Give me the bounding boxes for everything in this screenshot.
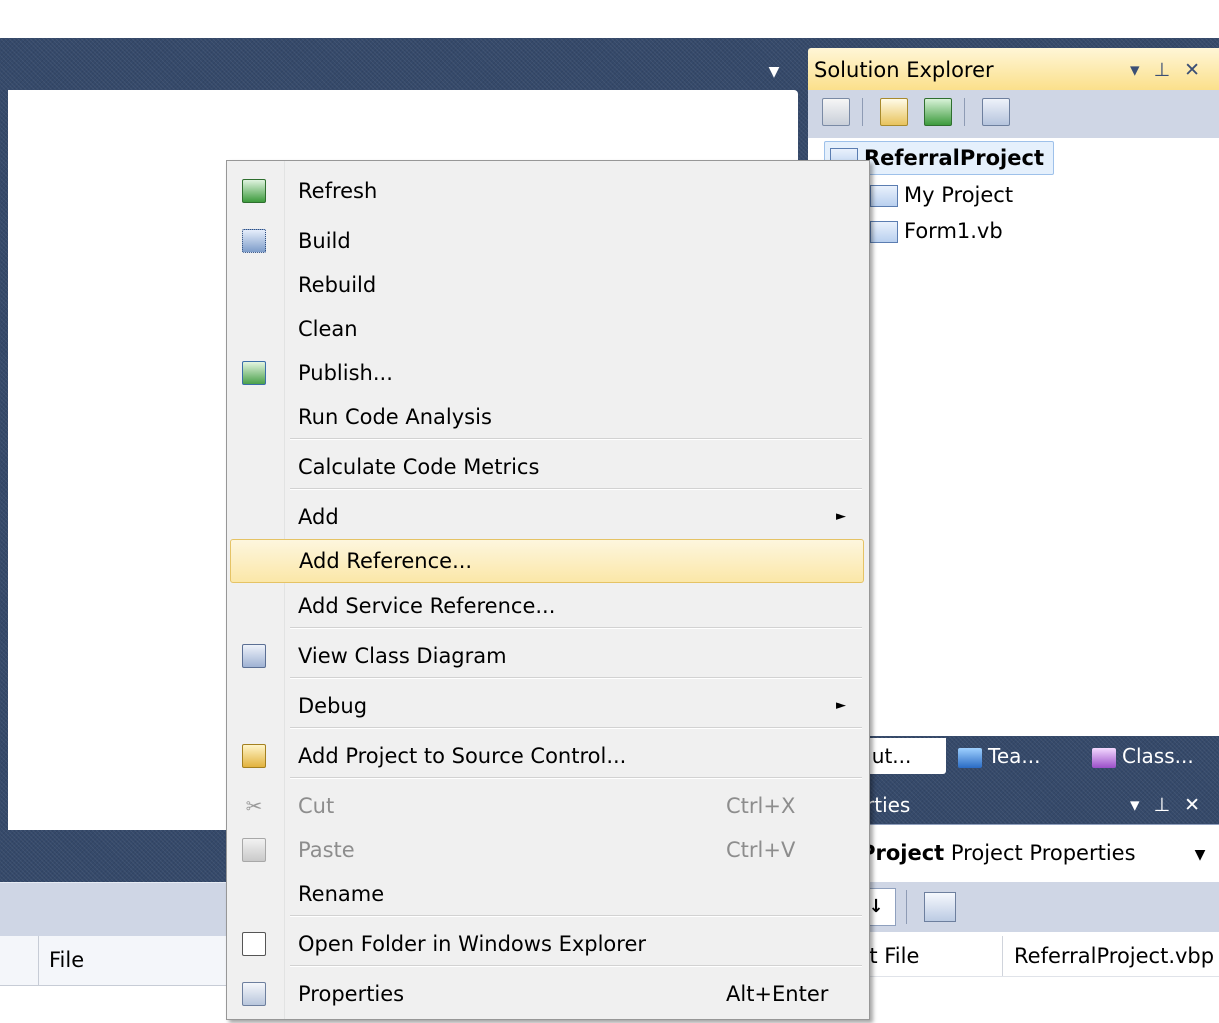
menu-item-label: Properties bbox=[298, 982, 405, 1006]
document-tab-bar bbox=[0, 38, 808, 90]
property-value[interactable]: ReferralProject.vbp bbox=[1014, 936, 1214, 976]
file-column-header[interactable]: File bbox=[38, 936, 238, 986]
menu-item-label: Build bbox=[298, 229, 351, 253]
chevron-down-icon[interactable]: ▼ bbox=[1190, 840, 1210, 870]
menu-item-open-folder[interactable]: Open Folder in Windows Explorer bbox=[230, 923, 864, 965]
build-icon bbox=[242, 229, 266, 253]
menu-item-label: Refresh bbox=[298, 179, 378, 203]
submenu-arrow-icon: ► bbox=[836, 509, 846, 524]
properties-icon bbox=[242, 982, 266, 1006]
menu-item-paste[interactable]: Paste Ctrl+V bbox=[230, 829, 864, 871]
menu-item-label: Debug bbox=[298, 694, 368, 718]
my-project-icon bbox=[870, 185, 898, 207]
submenu-arrow-icon: ► bbox=[836, 698, 846, 713]
menu-item-add-project-to-source-control[interactable]: Add Project to Source Control... bbox=[230, 735, 864, 777]
menu-item-shortcut: Alt+Enter bbox=[726, 982, 829, 1006]
tree-item-label: My Project bbox=[904, 183, 1014, 207]
solution-explorer-toolbar bbox=[808, 90, 1219, 138]
menu-item-label: Add Project to Source Control... bbox=[298, 744, 627, 768]
menu-item-label: Publish... bbox=[298, 361, 393, 385]
toolbar-separator bbox=[906, 890, 907, 924]
tree-item-my-project[interactable]: My Project bbox=[870, 178, 1013, 212]
menu-item-label: Open Folder in Windows Explorer bbox=[298, 932, 647, 956]
open-folder-icon bbox=[242, 932, 266, 956]
tab-label: Class... bbox=[1122, 744, 1194, 768]
solution-explorer-title: Solution Explorer bbox=[814, 58, 994, 82]
publish-icon bbox=[242, 361, 266, 385]
menu-separator bbox=[290, 677, 862, 679]
object-type: Project Properties bbox=[950, 841, 1136, 865]
tree-root-label: ReferralProject bbox=[864, 146, 1044, 170]
solution-explorer-window-controls[interactable]: ▾ ⊥ ✕ bbox=[1130, 54, 1204, 86]
menu-item-shortcut: Ctrl+X bbox=[726, 794, 796, 818]
menu-separator bbox=[290, 438, 862, 440]
team-explorer-icon bbox=[958, 747, 982, 768]
menu-item-properties[interactable]: Properties Alt+Enter bbox=[230, 973, 864, 1015]
menu-item-view-class-diagram[interactable]: View Class Diagram bbox=[230, 635, 864, 677]
class-diagram-icon bbox=[242, 644, 266, 668]
menu-item-add-service-reference[interactable]: Add Service Reference... bbox=[230, 585, 864, 627]
paste-icon bbox=[242, 838, 266, 862]
menu-item-debug[interactable]: Debug ► bbox=[230, 685, 864, 727]
menu-item-refresh[interactable]: Refresh bbox=[230, 170, 864, 212]
menu-item-label: Paste bbox=[298, 838, 355, 862]
menu-item-build[interactable]: Build bbox=[230, 220, 864, 262]
document-list-dropdown-icon[interactable]: ▼ bbox=[764, 62, 784, 82]
menu-item-rebuild[interactable]: Rebuild bbox=[230, 264, 864, 306]
source-control-icon bbox=[242, 744, 266, 768]
menu-item-label: View Class Diagram bbox=[298, 644, 507, 668]
class-view-icon bbox=[1092, 747, 1116, 768]
menu-item-label: Clean bbox=[298, 317, 358, 341]
menu-separator bbox=[290, 627, 862, 629]
menu-item-label: Rename bbox=[298, 882, 385, 906]
refresh-icon bbox=[242, 179, 266, 203]
menu-item-label: Rebuild bbox=[298, 273, 377, 297]
tree-item-form1[interactable]: Form1.vb bbox=[870, 214, 1003, 248]
properties-title: rties bbox=[866, 793, 911, 817]
menu-item-label: Add Reference... bbox=[299, 549, 473, 573]
properties-window-controls[interactable]: ▾ ⊥ ✕ bbox=[1130, 786, 1204, 824]
menu-item-label: Run Code Analysis bbox=[298, 405, 492, 429]
toolbar-separator bbox=[862, 98, 863, 126]
top-strip bbox=[0, 0, 1219, 38]
property-pages-icon[interactable] bbox=[924, 892, 956, 922]
form-icon bbox=[870, 221, 898, 243]
menu-separator bbox=[290, 965, 862, 967]
menu-item-add-reference[interactable]: Add Reference... bbox=[230, 539, 864, 583]
menu-item-label: Calculate Code Metrics bbox=[298, 455, 540, 479]
menu-item-label: Add Service Reference... bbox=[298, 594, 556, 618]
menu-item-rename[interactable]: Rename bbox=[230, 873, 864, 915]
menu-item-run-code-analysis[interactable]: Run Code Analysis bbox=[230, 396, 864, 438]
cut-icon: ✂ bbox=[245, 794, 263, 818]
menu-separator bbox=[290, 727, 862, 729]
menu-separator bbox=[290, 915, 862, 917]
menu-item-publish[interactable]: Publish... bbox=[230, 352, 864, 394]
tree-item-label: Form1.vb bbox=[904, 219, 1003, 243]
tab-label: Tea... bbox=[988, 744, 1041, 768]
menu-item-add[interactable]: Add ► bbox=[230, 496, 864, 538]
menu-item-label: Cut bbox=[298, 794, 335, 818]
properties-toolbar-icon[interactable] bbox=[822, 98, 850, 126]
menu-item-cut[interactable]: ✂ Cut Ctrl+X bbox=[230, 785, 864, 827]
menu-item-calculate-code-metrics[interactable]: Calculate Code Metrics bbox=[230, 446, 864, 488]
show-all-files-icon[interactable] bbox=[880, 98, 908, 126]
menu-separator bbox=[290, 488, 862, 490]
menu-item-shortcut: Ctrl+V bbox=[726, 838, 796, 862]
refresh-toolbar-icon[interactable] bbox=[924, 98, 952, 126]
menu-separator bbox=[290, 777, 862, 779]
toolbar-separator bbox=[964, 98, 965, 126]
tab-team-explorer[interactable]: Tea... bbox=[952, 738, 1046, 774]
class-diagram-toolbar-icon[interactable] bbox=[982, 98, 1010, 126]
tab-class-view[interactable]: Class... bbox=[1086, 738, 1200, 774]
menu-item-label: Add bbox=[298, 505, 339, 529]
menu-item-clean[interactable]: Clean bbox=[230, 308, 864, 350]
